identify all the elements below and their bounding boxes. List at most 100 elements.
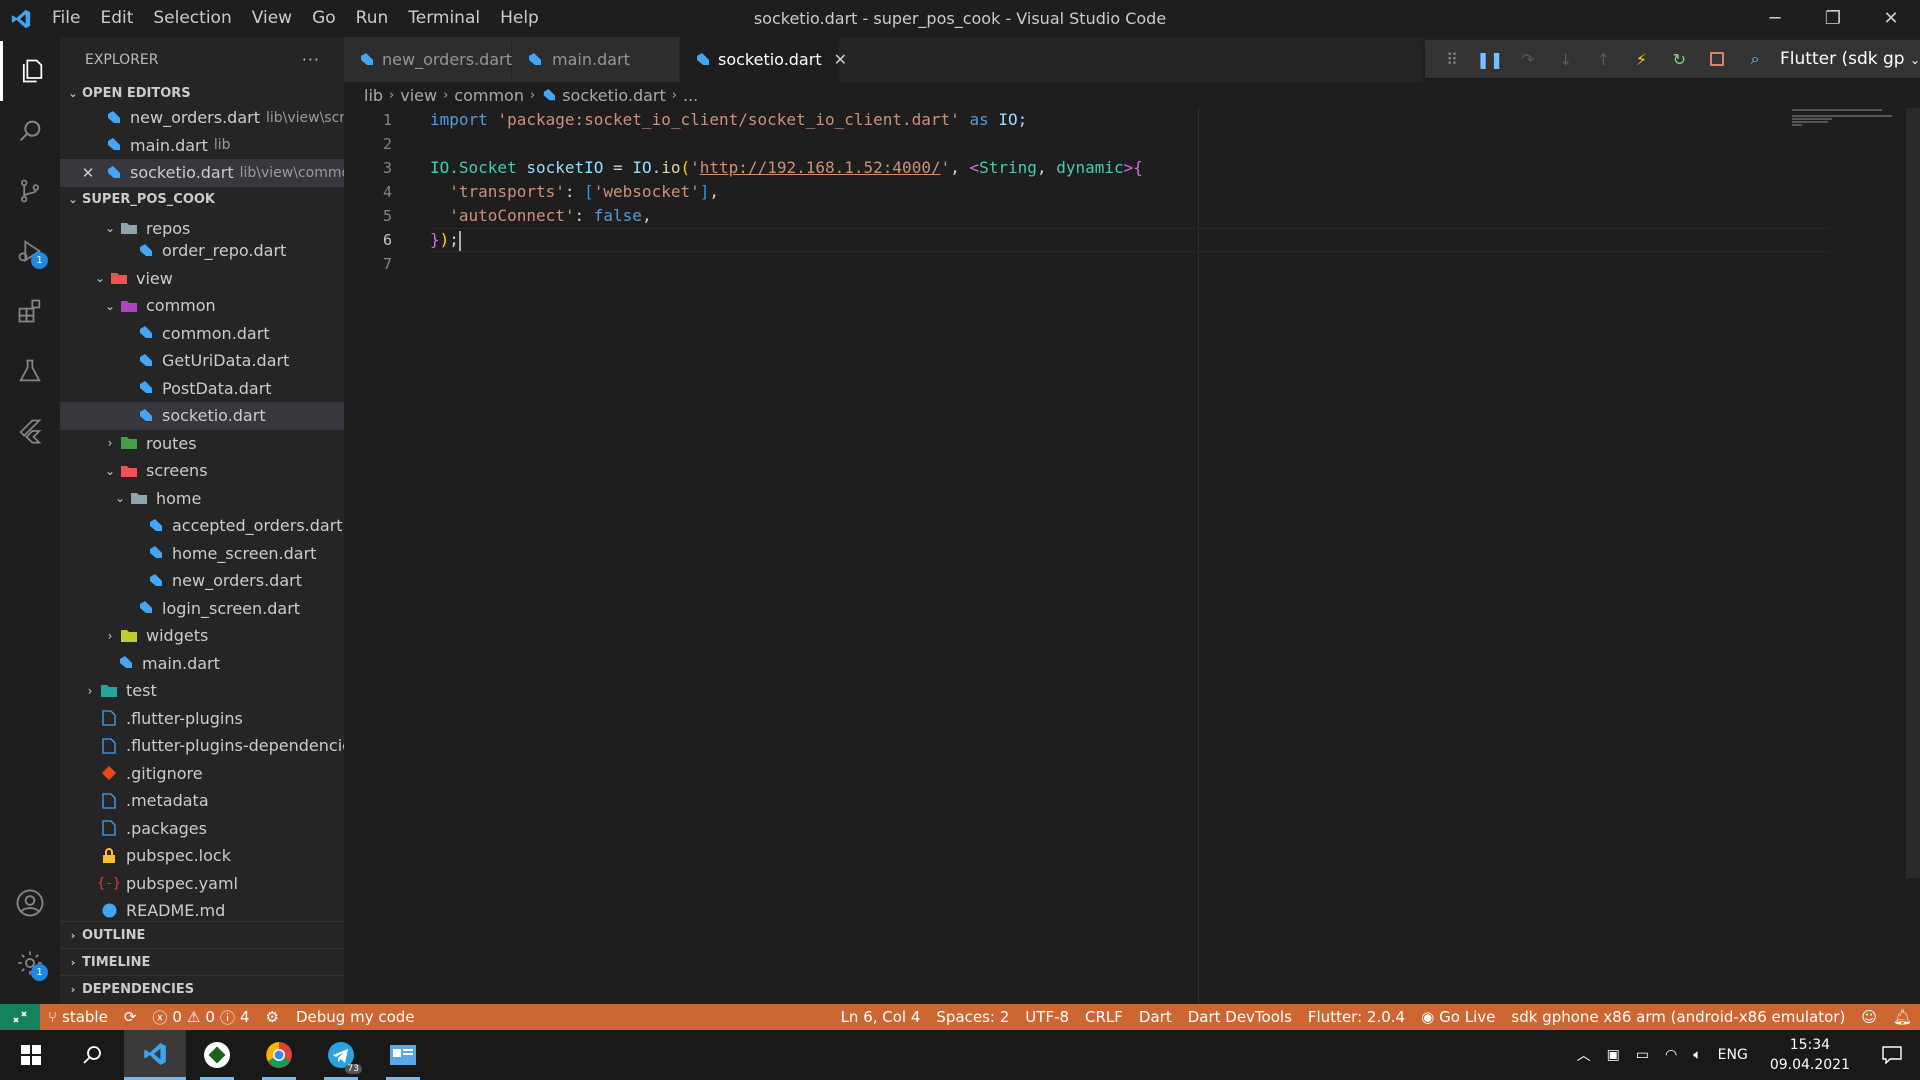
menu-terminal[interactable]: Terminal <box>398 0 490 37</box>
cursor-position[interactable]: Ln 6, Col 4 <box>833 1008 929 1026</box>
step-over-icon[interactable]: ↷ <box>1509 40 1547 78</box>
battery-icon[interactable]: ▭ <box>1628 1047 1657 1063</box>
open-editor-item[interactable]: main.dart lib <box>60 132 344 160</box>
timeline-header[interactable]: › TIMELINE <box>60 948 344 975</box>
breadcrumb-item[interactable]: ... <box>683 86 698 105</box>
tree-file[interactable]: .gitignore <box>60 760 344 788</box>
tab-socketio[interactable]: socketio.dart ✕ <box>680 37 847 82</box>
device-icon[interactable]: ▣ <box>1599 1047 1628 1063</box>
taskbar-telegram-icon[interactable]: 73 <box>310 1030 372 1080</box>
settings-gear-icon[interactable]: 1 <box>0 933 60 993</box>
open-editor-item[interactable]: new_orders.dart lib\view\scr... <box>60 104 344 132</box>
tree-file[interactable]: main.dart <box>60 650 344 678</box>
tree-file[interactable]: new_orders.dart <box>60 567 344 595</box>
menu-file[interactable]: File <box>42 0 90 37</box>
run-debug-icon[interactable]: 1 <box>0 221 60 281</box>
extensions-icon[interactable] <box>0 281 60 341</box>
taskbar-window-icon[interactable] <box>372 1030 434 1080</box>
tree-file[interactable]: home_screen.dart <box>60 540 344 568</box>
breadcrumb-item[interactable]: view <box>400 86 437 105</box>
menu-selection[interactable]: Selection <box>143 0 241 37</box>
minimap[interactable] <box>1792 108 1902 126</box>
tree-file[interactable]: pubspec.lock <box>60 842 344 870</box>
clock[interactable]: 15:34 09.04.2021 <box>1756 1035 1864 1075</box>
more-actions-icon[interactable]: ··· <box>302 50 320 69</box>
debug-status[interactable]: ⚙ Debug my code <box>258 1008 423 1026</box>
menu-go[interactable]: Go <box>302 0 346 37</box>
code-editor[interactable]: 1 2 3 4 5 6 7 import 'package:socket_io_… <box>344 108 1920 1004</box>
flutter-version[interactable]: Flutter: 2.0.4 <box>1300 1008 1413 1026</box>
debug-config-select[interactable]: Flutter (sdk gp ⌄ <box>1780 49 1920 69</box>
tree-folder-test[interactable]: › test <box>60 677 344 705</box>
action-center-icon[interactable] <box>1864 1046 1920 1064</box>
tree-file[interactable]: GetUriData.dart <box>60 347 344 375</box>
source-control-icon[interactable] <box>0 161 60 221</box>
menu-edit[interactable]: Edit <box>90 0 143 37</box>
language-indicator[interactable]: ENG <box>1710 1047 1756 1063</box>
stop-icon[interactable] <box>1698 40 1736 78</box>
vscode-logo-icon[interactable] <box>0 0 42 37</box>
notifications-bell-icon[interactable]: 🔔︎ <box>1885 1008 1920 1026</box>
tree-file[interactable]: common.dart <box>60 320 344 348</box>
dependencies-header[interactable]: › DEPENDENCIES <box>60 975 344 1002</box>
feedback-icon[interactable]: ☺ <box>1853 1008 1885 1026</box>
devtools-button[interactable]: Dart DevTools <box>1180 1008 1300 1026</box>
taskbar-chrome-icon[interactable] <box>248 1030 310 1080</box>
tab-main[interactable]: main.dart <box>512 37 680 82</box>
tree-file[interactable]: .metadata <box>60 787 344 815</box>
restore-icon[interactable]: ❐ <box>1804 0 1862 37</box>
close-editor-icon[interactable]: ✕ <box>80 164 96 182</box>
pause-icon[interactable]: ❚❚ <box>1471 40 1509 78</box>
tree-folder-repos[interactable]: ⌄ repos <box>60 219 344 237</box>
tree-file[interactable]: .packages <box>60 815 344 843</box>
step-out-icon[interactable]: ↑ <box>1585 40 1623 78</box>
open-editors-header[interactable]: ⌄ OPEN EDITORS <box>60 82 344 104</box>
tree-file[interactable]: {-} pubspec.yaml <box>60 870 344 898</box>
tree-file[interactable]: login_screen.dart <box>60 595 344 623</box>
eol-status[interactable]: CRLF <box>1077 1008 1131 1026</box>
tree-folder-view[interactable]: ⌄ view <box>60 265 344 293</box>
flutter-icon[interactable] <box>0 401 60 461</box>
tree-folder-widgets[interactable]: › widgets <box>60 622 344 650</box>
close-tab-icon[interactable]: ✕ <box>834 50 847 69</box>
testing-icon[interactable] <box>0 341 60 401</box>
indentation-status[interactable]: Spaces: 2 <box>928 1008 1017 1026</box>
taskbar-app-icon[interactable] <box>186 1030 248 1080</box>
taskbar-search-icon[interactable] <box>62 1030 124 1080</box>
volume-icon[interactable]: 🔈︎ <box>1685 1047 1709 1063</box>
remote-icon[interactable] <box>0 1004 40 1030</box>
tree-folder-screens[interactable]: ⌄ screens <box>60 457 344 485</box>
windows-start-icon[interactable] <box>0 1030 62 1080</box>
minimize-icon[interactable]: ─ <box>1746 0 1804 37</box>
menu-run[interactable]: Run <box>346 0 399 37</box>
vertical-scrollbar[interactable] <box>1906 108 1920 878</box>
account-icon[interactable] <box>0 873 60 933</box>
project-header[interactable]: ⌄ SUPER_POS_COOK <box>60 189 344 211</box>
tree-file[interactable]: accepted_orders.dart <box>60 512 344 540</box>
menu-help[interactable]: Help <box>490 0 549 37</box>
taskbar-vscode-icon[interactable] <box>124 1030 186 1080</box>
tree-file[interactable]: PostData.dart <box>60 375 344 403</box>
chevron-up-icon[interactable]: ︿ <box>1569 1045 1599 1065</box>
close-window-icon[interactable]: ✕ <box>1862 0 1920 37</box>
inspect-widget-icon[interactable]: ⌕ <box>1736 40 1774 78</box>
breadcrumb-item[interactable]: lib <box>364 86 383 105</box>
search-icon[interactable] <box>0 101 60 161</box>
tree-file[interactable]: .flutter-plugins <box>60 705 344 733</box>
language-mode[interactable]: Dart <box>1131 1008 1180 1026</box>
hot-reload-icon[interactable]: ⚡ <box>1622 40 1660 78</box>
url-link[interactable]: http://192.168.1.52:4000/ <box>700 158 941 177</box>
tree-folder-routes[interactable]: › routes <box>60 430 344 458</box>
encoding-status[interactable]: UTF-8 <box>1017 1008 1077 1026</box>
drag-handle-icon[interactable]: ⠿ <box>1433 40 1471 78</box>
tree-folder-home[interactable]: ⌄ home <box>60 485 344 513</box>
go-live-button[interactable]: ◉ Go Live <box>1413 1008 1503 1026</box>
tab-new-orders[interactable]: new_orders.dart <box>344 37 512 82</box>
problems-status[interactable]: ⓧ 0 ⚠ 0 ⓘ 4 <box>144 1007 257 1028</box>
restart-icon[interactable]: ↻ <box>1660 40 1698 78</box>
step-into-icon[interactable]: ↓ <box>1547 40 1585 78</box>
tree-file-selected[interactable]: socketio.dart <box>60 402 344 430</box>
device-selector[interactable]: sdk gphone x86 arm (android-x86 emulator… <box>1503 1008 1853 1026</box>
outline-header[interactable]: › OUTLINE <box>60 921 344 948</box>
sync-icon[interactable]: ⟳ <box>116 1008 145 1026</box>
